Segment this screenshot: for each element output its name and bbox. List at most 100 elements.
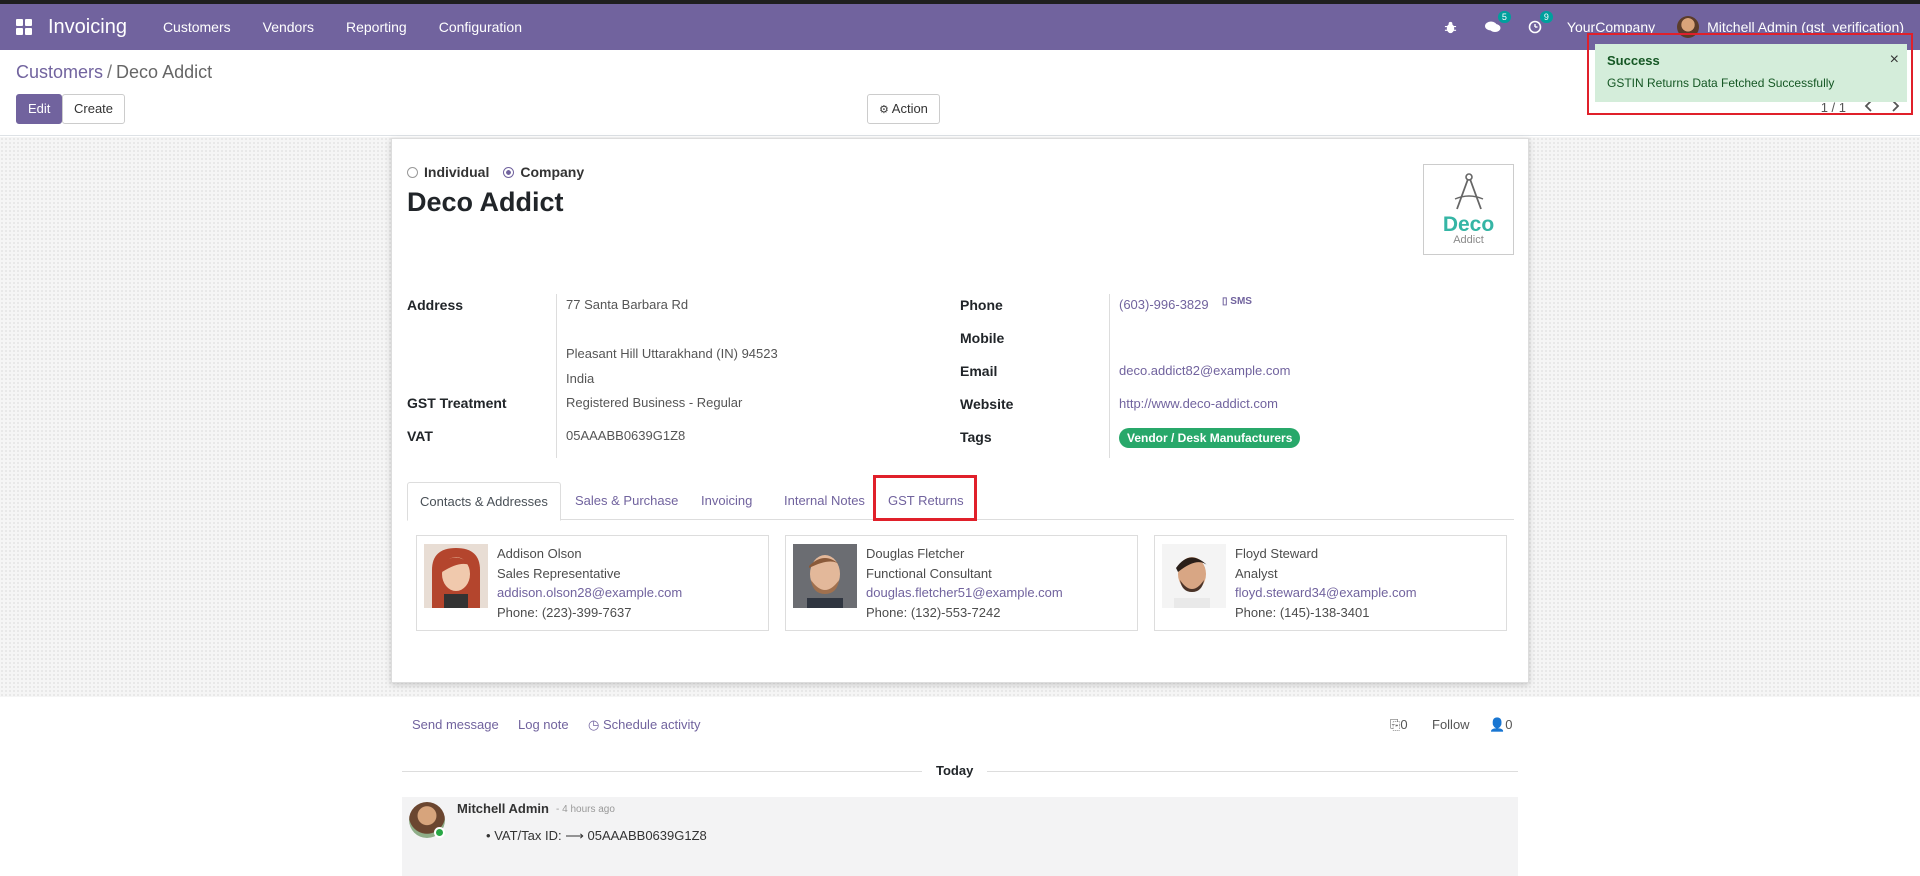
- radio-company[interactable]: Company: [503, 164, 584, 180]
- left-column-divider: [556, 294, 557, 458]
- top-menu: Customers Vendors Reporting Configuratio…: [147, 4, 538, 50]
- edit-button[interactable]: Edit: [16, 94, 63, 124]
- contact-phone: Phone: (145)-138-3401: [1235, 604, 1370, 620]
- paperclip-icon: ⎘: [1390, 717, 1401, 732]
- sms-label: SMS: [1230, 296, 1252, 307]
- contact-card[interactable]: Douglas Fletcher Functional Consultant d…: [785, 535, 1138, 631]
- contact-name: Addison Olson: [497, 546, 582, 561]
- attachments-count: 0: [1400, 717, 1408, 732]
- contact-name: Floyd Steward: [1235, 546, 1319, 561]
- radio-company-dot[interactable]: [503, 166, 515, 178]
- log-note-button[interactable]: Log note: [518, 717, 569, 732]
- contact-photo: [424, 544, 488, 608]
- gst-treatment-label: GST Treatment: [407, 395, 507, 411]
- city-state-zip-field[interactable]: Pleasant Hill Uttarakhand (IN) 94523: [566, 346, 778, 361]
- gst-treatment-field[interactable]: Registered Business - Regular: [566, 395, 742, 410]
- breadcrumb: Customers / Deco Addict: [16, 62, 212, 83]
- bug-icon[interactable]: [1441, 17, 1461, 37]
- apps-menu-icon[interactable]: [0, 4, 48, 50]
- contact-card[interactable]: Addison Olson Sales Representative addis…: [416, 535, 769, 631]
- activity-count-badge: 9: [1539, 11, 1553, 23]
- schedule-activity-button[interactable]: ◷ Schedule activity: [588, 717, 701, 733]
- phone-label: Phone: [960, 297, 1003, 313]
- contact-phone: Phone: (132)-553-7242: [866, 604, 1001, 620]
- success-notification: Success GSTIN Returns Data Fetched Succe…: [1595, 44, 1907, 102]
- breadcrumb-customers[interactable]: Customers: [16, 62, 103, 82]
- message-author[interactable]: Mitchell Admin: [457, 801, 549, 816]
- mobile-icon: ▯: [1222, 296, 1228, 307]
- logo-title: Deco: [1442, 213, 1495, 236]
- followers-button[interactable]: 👤0: [1489, 717, 1512, 733]
- tag-vendor-desk-manufacturers[interactable]: Vendor / Desk Manufacturers: [1119, 428, 1301, 448]
- message-time: - 4 hours ago: [556, 804, 615, 815]
- tab-internal-notes[interactable]: Internal Notes: [772, 482, 877, 520]
- follow-button[interactable]: Follow: [1432, 717, 1470, 732]
- create-button[interactable]: Create: [62, 94, 126, 124]
- tracked-field-name: VAT/Tax ID:: [494, 828, 562, 843]
- contact-name: Douglas Fletcher: [866, 546, 965, 561]
- street-field[interactable]: 77 Santa Barbara Rd: [566, 297, 688, 312]
- tracking-value-change: • VAT/Tax ID: ⟶ 05AAABB0639G1Z8: [486, 828, 707, 844]
- website-label: Website: [960, 396, 1014, 412]
- address-label: Address: [407, 297, 464, 313]
- attachments-button[interactable]: ⎘0: [1390, 717, 1408, 733]
- logo-subtitle: Addict: [1453, 234, 1484, 246]
- website-field[interactable]: http://www.deco-addict.com: [1119, 396, 1278, 411]
- followers-count: 0: [1505, 717, 1513, 732]
- action-label: Action: [891, 101, 928, 116]
- radio-individual[interactable]: Individual: [407, 164, 489, 180]
- radio-company-label: Company: [520, 164, 585, 180]
- contact-phone: Phone: (223)-399-7637: [497, 604, 632, 620]
- user-icon: 👤: [1489, 717, 1506, 732]
- mobile-label: Mobile: [960, 330, 1005, 346]
- online-status-icon: [434, 827, 445, 838]
- chatter-topbar: Send message Log note ◷ Schedule activit…: [412, 717, 1516, 737]
- contact-title: Sales Representative: [497, 565, 621, 581]
- contact-info: Addison Olson Sales Representative addis…: [497, 544, 682, 622]
- notification-title: Success: [1607, 53, 1660, 68]
- partner-name[interactable]: Deco Addict: [407, 187, 564, 218]
- send-message-button[interactable]: Send message: [412, 717, 499, 732]
- activity-clock-icon[interactable]: 9: [1525, 11, 1553, 37]
- notification-message: GSTIN Returns Data Fetched Successfully: [1607, 76, 1835, 90]
- tab-invoicing[interactable]: Invoicing: [689, 482, 764, 520]
- radio-individual-dot[interactable]: [407, 166, 418, 178]
- country-field[interactable]: India: [566, 371, 594, 386]
- contact-photo: [793, 544, 857, 608]
- contact-title: Functional Consultant: [866, 565, 992, 581]
- contact-email[interactable]: addison.olson28@example.com: [497, 583, 682, 603]
- contact-info: Floyd Steward Analyst floyd.steward34@ex…: [1235, 544, 1417, 622]
- bullet-icon: •: [486, 828, 491, 843]
- date-separator-label: Today: [922, 763, 988, 778]
- menu-customers[interactable]: Customers: [147, 4, 247, 50]
- menu-reporting[interactable]: Reporting: [330, 4, 423, 50]
- gear-icon: ⚙: [879, 104, 889, 116]
- contact-email[interactable]: floyd.steward34@example.com: [1235, 583, 1417, 603]
- contact-card[interactable]: Floyd Steward Analyst floyd.steward34@ex…: [1154, 535, 1507, 631]
- breadcrumb-current: Deco Addict: [116, 62, 213, 82]
- radio-individual-label: Individual: [424, 164, 490, 180]
- app-name[interactable]: Invoicing: [48, 16, 127, 39]
- messages-icon[interactable]: 5: [1483, 11, 1511, 37]
- tab-contacts-addresses[interactable]: Contacts & Addresses: [407, 482, 561, 521]
- email-label: Email: [960, 363, 998, 379]
- action-button[interactable]: ⚙ Action: [867, 94, 940, 124]
- email-field[interactable]: deco.addict82@example.com: [1119, 363, 1290, 378]
- contact-title: Analyst: [1235, 565, 1278, 581]
- company-type-radio: Individual Company: [407, 164, 584, 180]
- partner-logo[interactable]: Deco Addict: [1423, 164, 1514, 255]
- vat-field[interactable]: 05AAABB0639G1Z8: [566, 428, 685, 443]
- arrow-right-icon: ⟶: [565, 828, 584, 843]
- tab-sales-purchase[interactable]: Sales & Purchase: [563, 482, 690, 520]
- gst-returns-tab-highlight-box: [873, 475, 977, 521]
- sms-button[interactable]: ▯ SMS: [1222, 296, 1252, 307]
- vat-label: VAT: [407, 428, 433, 444]
- clock-icon: ◷: [588, 717, 600, 732]
- contact-email[interactable]: douglas.fletcher51@example.com: [866, 583, 1063, 603]
- chatter-message: Mitchell Admin - 4 hours ago • VAT/Tax I…: [402, 797, 1518, 876]
- menu-configuration[interactable]: Configuration: [423, 4, 538, 50]
- tags-label: Tags: [960, 429, 992, 445]
- phone-field[interactable]: (603)-996-3829: [1119, 297, 1209, 312]
- menu-vendors[interactable]: Vendors: [247, 4, 330, 50]
- notification-close-icon[interactable]: ×: [1890, 51, 1899, 69]
